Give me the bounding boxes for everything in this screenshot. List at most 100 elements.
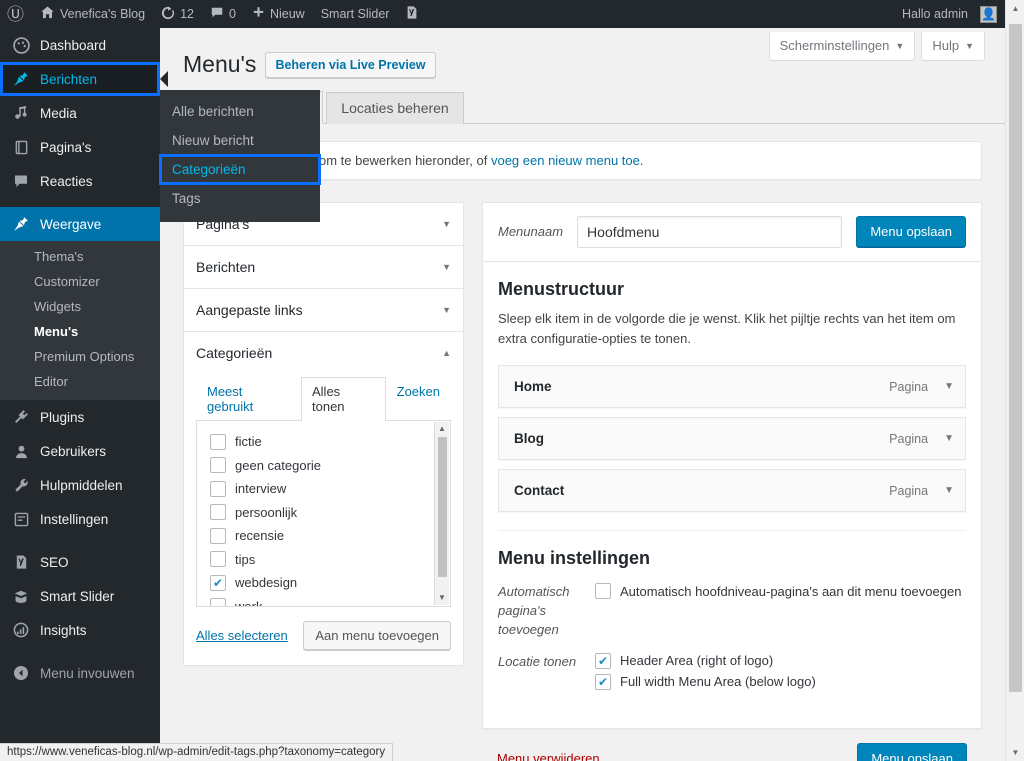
- updates-button[interactable]: 12: [153, 0, 202, 28]
- smart-slider-button[interactable]: Smart Slider: [313, 0, 398, 28]
- save-menu-button-top[interactable]: Menu opslaan: [856, 216, 966, 248]
- account-button[interactable]: Hallo admin 👤: [894, 0, 1005, 28]
- menu-item-row[interactable]: Blog Pagina ▼: [498, 417, 966, 461]
- screen-options-button[interactable]: Scherminstellingen ▼: [768, 32, 916, 61]
- location-checkbox-full-width[interactable]: [595, 673, 611, 690]
- scrollbar-track[interactable]: [1006, 17, 1024, 744]
- auto-add-line[interactable]: Automatisch hoofdniveau-pagina's aan dit…: [595, 583, 966, 600]
- scrollbar-thumb[interactable]: [437, 436, 447, 577]
- category-checkbox[interactable]: [210, 504, 226, 521]
- seo-button[interactable]: [397, 0, 427, 28]
- flyout-item-new-post[interactable]: Nieuw bericht: [160, 126, 320, 155]
- category-label: tips: [235, 551, 256, 567]
- category-item[interactable]: werk: [210, 594, 450, 607]
- status-bar-url: https://www.veneficas-blog.nl/wp-admin/e…: [0, 743, 394, 761]
- select-all-link[interactable]: Alles selecteren: [196, 628, 288, 643]
- site-name-button[interactable]: Venefica's Blog: [32, 0, 153, 28]
- category-checkbox[interactable]: [210, 527, 226, 544]
- menu-item-row[interactable]: Home Pagina ▼: [498, 365, 966, 409]
- help-button[interactable]: Hulp ▼: [921, 32, 985, 61]
- category-checkbox[interactable]: [210, 433, 226, 450]
- add-to-menu-button[interactable]: Aan menu toevoegen: [303, 620, 451, 650]
- sidebar-item-berichten[interactable]: Berichten: [0, 62, 168, 96]
- submenu-item-widgets[interactable]: Widgets: [0, 294, 160, 319]
- accordion-categories-header[interactable]: Categorieën ▲: [184, 332, 463, 374]
- category-item[interactable]: webdesign: [210, 571, 450, 595]
- sidebar-item-paginas[interactable]: Pagina's: [0, 130, 160, 164]
- sidebar-item-media[interactable]: Media: [0, 96, 160, 130]
- sidebar-item-gebruikers[interactable]: Gebruikers: [0, 434, 160, 468]
- location-line[interactable]: Full width Menu Area (below logo): [595, 673, 966, 690]
- sidebar-item-weergave[interactable]: Weergave: [0, 207, 168, 241]
- comment-icon: [11, 173, 31, 189]
- new-content-button[interactable]: Nieuw: [244, 0, 313, 28]
- menu-structure-description: Sleep elk item in de volgorde die je wen…: [498, 310, 956, 347]
- comments-button[interactable]: 0: [202, 0, 244, 28]
- category-checkbox[interactable]: [210, 480, 226, 497]
- chevron-down-icon[interactable]: ▼: [442, 262, 451, 272]
- submenu-item-themas[interactable]: Thema's: [0, 244, 160, 269]
- sidebar-item-smart-slider[interactable]: Smart Slider: [0, 579, 160, 613]
- chevron-down-icon[interactable]: ▼: [944, 485, 954, 496]
- category-item[interactable]: tips: [210, 547, 450, 571]
- accordion-posts-header[interactable]: Berichten ▼: [184, 246, 463, 288]
- sidebar-item-reacties[interactable]: Reacties: [0, 164, 160, 198]
- chevron-down-icon[interactable]: ▼: [442, 305, 451, 315]
- chevron-down-icon[interactable]: ▼: [944, 381, 954, 392]
- flyout-item-all-posts[interactable]: Alle berichten: [160, 97, 320, 126]
- collapse-arrow-icon: [11, 665, 31, 681]
- category-item[interactable]: fictie: [210, 430, 450, 454]
- sidebar-item-plugins[interactable]: Plugins: [0, 400, 160, 434]
- sidebar-item-hulpmiddelen[interactable]: Hulpmiddelen: [0, 468, 160, 502]
- category-checkbox[interactable]: [210, 598, 226, 606]
- posts-flyout-submenu: Alle berichten Nieuw bericht Categorieën…: [159, 90, 321, 222]
- yoast-seo-icon: [11, 554, 31, 570]
- wordpress-logo-button[interactable]: Ⓤ: [0, 0, 32, 28]
- tab-manage-locations[interactable]: Locaties beheren: [326, 91, 464, 124]
- location-checkbox-header-area[interactable]: [595, 652, 611, 669]
- cat-tab-view-all[interactable]: Alles tonen: [301, 376, 386, 421]
- live-preview-button[interactable]: Beheren via Live Preview: [265, 51, 436, 78]
- cat-tab-most-used[interactable]: Meest gebruikt: [196, 377, 301, 421]
- scroll-up-arrow-icon[interactable]: ▲: [438, 422, 446, 436]
- sidebar-collapse-button[interactable]: Menu invouwen: [0, 656, 160, 690]
- category-list-scrollbar[interactable]: ▲ ▼: [434, 421, 449, 605]
- category-item[interactable]: persoonlijk: [210, 500, 450, 524]
- accordion-custom-links-header[interactable]: Aangepaste links ▼: [184, 289, 463, 331]
- yoast-seo-icon: [405, 5, 419, 23]
- category-checkbox-checked[interactable]: [210, 574, 226, 591]
- chevron-up-icon[interactable]: ▲: [442, 348, 451, 358]
- menu-name-input[interactable]: [577, 215, 843, 248]
- category-item[interactable]: interview: [210, 477, 450, 501]
- sidebar-item-seo[interactable]: SEO: [0, 545, 160, 579]
- auto-add-checkbox[interactable]: [595, 583, 611, 600]
- category-checkbox[interactable]: [210, 551, 226, 568]
- save-menu-button-bottom[interactable]: Menu opslaan: [857, 742, 967, 761]
- cat-tab-search[interactable]: Zoeken: [386, 377, 451, 421]
- menu-item-row[interactable]: Contact Pagina ▼: [498, 469, 966, 513]
- flyout-item-categories[interactable]: Categorieën: [159, 154, 321, 185]
- submenu-item-menus[interactable]: Menu's: [0, 319, 160, 344]
- sidebar-item-instellingen[interactable]: Instellingen: [0, 502, 160, 536]
- sidebar-item-insights[interactable]: Insights: [0, 613, 160, 647]
- category-label: werk: [235, 598, 263, 607]
- sidebar-item-dashboard[interactable]: Dashboard: [0, 28, 160, 62]
- chevron-down-icon[interactable]: ▼: [442, 219, 451, 229]
- add-new-menu-link[interactable]: voeg een nieuw menu toe: [491, 153, 640, 168]
- delete-menu-link[interactable]: Menu verwijderen: [497, 751, 600, 761]
- scroll-down-arrow-icon[interactable]: ▼: [1006, 744, 1024, 761]
- scroll-up-arrow-icon[interactable]: ▲: [1006, 0, 1024, 17]
- menu-item-type: Pagina: [889, 483, 929, 498]
- submenu-item-customizer[interactable]: Customizer: [0, 269, 160, 294]
- scrollbar-thumb[interactable]: [1009, 24, 1022, 692]
- flyout-item-tags[interactable]: Tags: [160, 184, 320, 213]
- scroll-down-arrow-icon[interactable]: ▼: [438, 591, 446, 605]
- chevron-down-icon[interactable]: ▼: [944, 433, 954, 444]
- category-item[interactable]: geen categorie: [210, 453, 450, 477]
- submenu-item-premium-options[interactable]: Premium Options: [0, 344, 160, 369]
- submenu-item-editor[interactable]: Editor: [0, 369, 160, 394]
- page-scrollbar[interactable]: ▲ ▼: [1005, 0, 1024, 761]
- category-item[interactable]: recensie: [210, 524, 450, 548]
- category-checkbox[interactable]: [210, 457, 226, 474]
- location-line[interactable]: Header Area (right of logo): [595, 652, 966, 669]
